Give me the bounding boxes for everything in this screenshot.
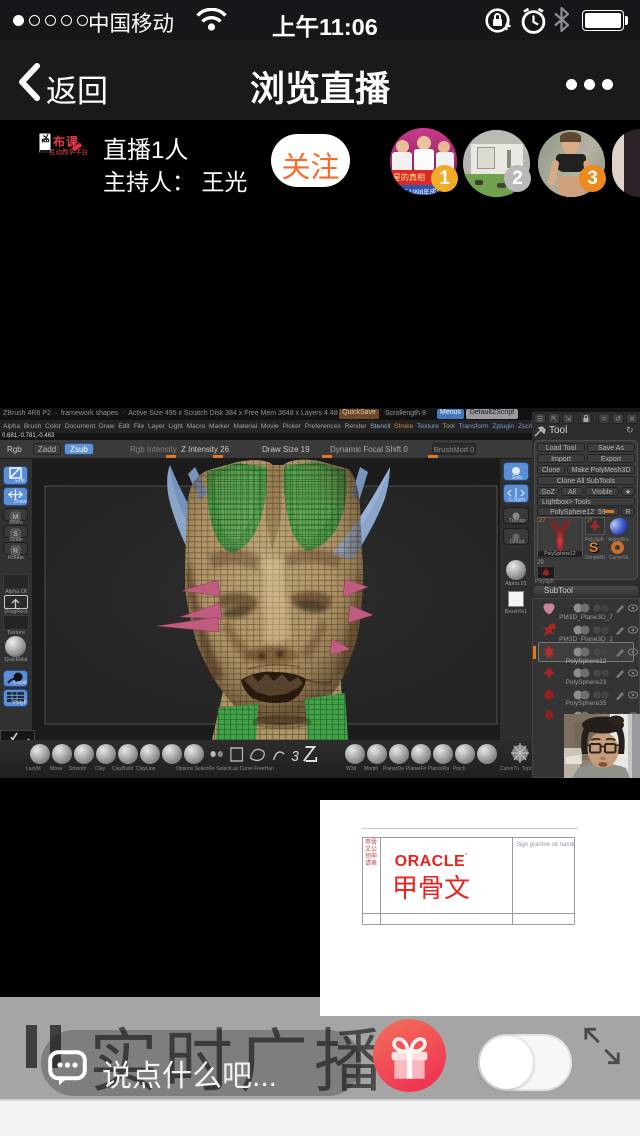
svg-text:R: R	[13, 548, 18, 555]
svg-text:3: 3	[291, 748, 299, 765]
